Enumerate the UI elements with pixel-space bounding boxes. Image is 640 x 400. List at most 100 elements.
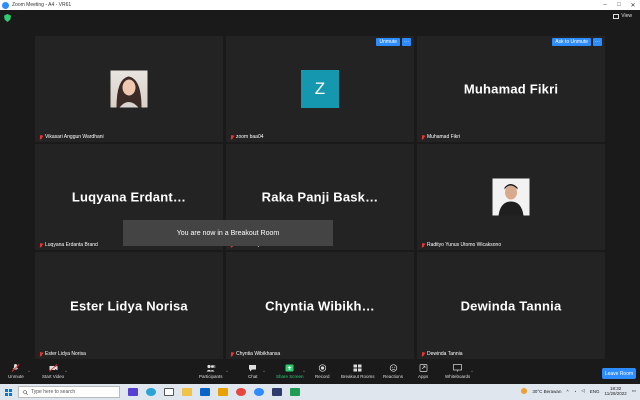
record-button[interactable]: Record (315, 364, 330, 379)
share-screen-icon (285, 364, 294, 372)
tile-controls: Unmute ··· (376, 38, 411, 46)
mic-muted-icon (230, 351, 234, 357)
weather-icon (521, 388, 528, 394)
participant-label: Luqyana Erdanta Brand (39, 242, 98, 248)
taskbar-search-box[interactable]: Type here to search (18, 386, 120, 398)
participant-name-display: Dewinda Tannia (460, 298, 562, 313)
participant-name-display: Muhamad Fikri (463, 81, 559, 97)
whiteboards-button[interactable]: Whiteboards (445, 364, 470, 379)
mic-muted-icon (39, 242, 43, 248)
chat-options-caret[interactable]: ^ (263, 369, 265, 374)
reactions-button[interactable]: Reactions (383, 364, 403, 379)
start-video-button[interactable]: Start Video (42, 364, 64, 379)
participants-count: 8 (213, 364, 216, 369)
participants-button[interactable]: Participants (199, 364, 223, 379)
windows-start-icon[interactable] (5, 388, 12, 396)
mic-muted-icon (39, 351, 43, 357)
tile-controls: Ask to Unmute ··· (552, 38, 602, 46)
breakout-rooms-icon (353, 364, 362, 372)
meeting-toolbar: Unmute ^ Start Video ^ Participants 8 ^ … (0, 362, 640, 384)
file-explorer-icon[interactable] (182, 388, 192, 396)
participant-label: zoom baa04 (230, 134, 264, 140)
participant-name-display: Ester Lidya Norisa (70, 298, 188, 313)
mic-muted-icon (421, 351, 425, 357)
participant-name: Chyntia Wibikhansa (236, 351, 281, 357)
view-label: View (621, 13, 632, 19)
maximize-button[interactable]: □ (612, 2, 626, 8)
whiteboards-options-caret[interactable]: ^ (471, 369, 473, 374)
participant-name: Radityo Yunus Utomo Wicaksono (427, 242, 502, 248)
ask-to-unmute-button[interactable]: Ask to Unmute (552, 38, 591, 46)
search-icon (23, 389, 28, 395)
volume-icon[interactable]: ◁ (581, 388, 584, 394)
mail-taskbar-icon[interactable] (200, 388, 210, 396)
chrome-taskbar-icon[interactable] (236, 388, 246, 396)
search-placeholder: Type here to search (31, 389, 76, 395)
leave-room-button[interactable]: Leave Room (602, 368, 636, 379)
participant-label: Vikasari Anggun Wardhani (39, 134, 104, 140)
video-tile[interactable]: Dewinda Tannia Dewinda Tannia (417, 252, 605, 359)
participant-name: Dewinda Tannia (427, 351, 463, 357)
participant-name-display: Chyntia Wibikh… (265, 298, 375, 313)
unmute-participant-button[interactable]: Unmute (376, 38, 400, 46)
audio-options-caret[interactable]: ^ (28, 369, 30, 374)
grid-view-icon (613, 13, 620, 19)
participant-name: zoom baa04 (236, 134, 264, 140)
language-indicator[interactable]: ENG (590, 389, 600, 394)
mic-muted-icon (421, 134, 425, 140)
mic-muted-icon (12, 364, 20, 372)
video-tile[interactable]: Chyntia Wibikh… Chyntia Wibikhansa (226, 252, 414, 359)
breakout-rooms-button[interactable]: Breakout Rooms (341, 364, 375, 379)
files-taskbar-icon[interactable] (218, 388, 228, 396)
network-icon[interactable]: ◔ (574, 389, 577, 394)
video-tile[interactable]: Vikasari Anggun Wardhani (35, 36, 223, 142)
game-taskbar-icon[interactable] (290, 388, 300, 396)
participant-name-display: Raka Panji Bask… (261, 189, 379, 205)
system-tray: 30°C Berawan ^ ◔ ◁ ENG 18:32 11/28/2022 … (521, 386, 636, 396)
video-tile[interactable]: Z Unmute ··· zoom baa04 (226, 36, 414, 142)
edge-taskbar-icon[interactable] (146, 388, 156, 396)
window-titlebar: Zoom Meeting - A4 - VR61 – □ ✕ (0, 0, 640, 10)
apps-button[interactable]: Apps (418, 364, 428, 379)
participant-label: Dewinda Tannia (421, 351, 463, 357)
breakout-room-notification: You are now in a Breakout Room (123, 220, 333, 246)
zoom-taskbar-icon[interactable] (254, 388, 264, 396)
share-options-caret[interactable]: ^ (303, 369, 305, 374)
clock[interactable]: 18:32 11/28/2022 (605, 386, 627, 396)
participant-name: Muhamad Fikri (427, 134, 461, 140)
share-screen-button[interactable]: Share Screen (276, 364, 304, 379)
woman-portrait-icon (116, 76, 142, 108)
participant-photo (492, 178, 530, 216)
apps-icon (419, 364, 427, 372)
video-tile[interactable]: Radityo Yunus Utomo Wicaksono (417, 144, 605, 250)
windows-taskbar: Type here to search 30°C Berawan ^ ◔ ◁ E… (0, 384, 640, 400)
participant-name: Ester Lidya Norisa (45, 351, 86, 357)
chat-button[interactable]: Chat (248, 364, 258, 379)
record-icon (318, 364, 326, 372)
window-title: Zoom Meeting - A4 - VR61 (12, 2, 72, 8)
vs-taskbar-icon[interactable] (128, 388, 138, 396)
app-taskbar-icon[interactable] (272, 388, 282, 396)
participant-name-display: Luqyana Erdant… (71, 189, 187, 205)
mic-muted-icon (39, 134, 43, 140)
tray-chevron-icon[interactable]: ^ (566, 389, 568, 394)
task-view-icon[interactable] (164, 388, 174, 396)
weather-text[interactable]: 30°C Berawan (532, 389, 561, 394)
participant-label: Muhamad Fikri (421, 134, 460, 140)
video-options-caret[interactable]: ^ (65, 369, 67, 374)
meeting-area: View Vikasari Anggun Wardhani Z Unmute ·… (0, 10, 640, 362)
more-options-button[interactable]: ··· (402, 38, 411, 46)
video-tile[interactable]: Muhamad Fikri Ask to Unmute ··· Muhamad … (417, 36, 605, 142)
man-portrait-icon (492, 178, 530, 216)
mic-muted-icon (421, 242, 425, 248)
minimize-button[interactable]: – (598, 2, 612, 8)
more-options-button[interactable]: ··· (593, 38, 602, 46)
chat-icon (249, 365, 257, 372)
participants-options-caret[interactable]: ^ (226, 369, 228, 374)
close-button[interactable]: ✕ (626, 2, 640, 9)
unmute-button[interactable]: Unmute (8, 364, 24, 379)
video-tile[interactable]: Ester Lidya Norisa Ester Lidya Norisa (35, 252, 223, 359)
security-shield-icon[interactable] (4, 14, 11, 22)
view-button[interactable]: View (613, 13, 632, 19)
notifications-icon[interactable]: ▭ (632, 388, 636, 394)
